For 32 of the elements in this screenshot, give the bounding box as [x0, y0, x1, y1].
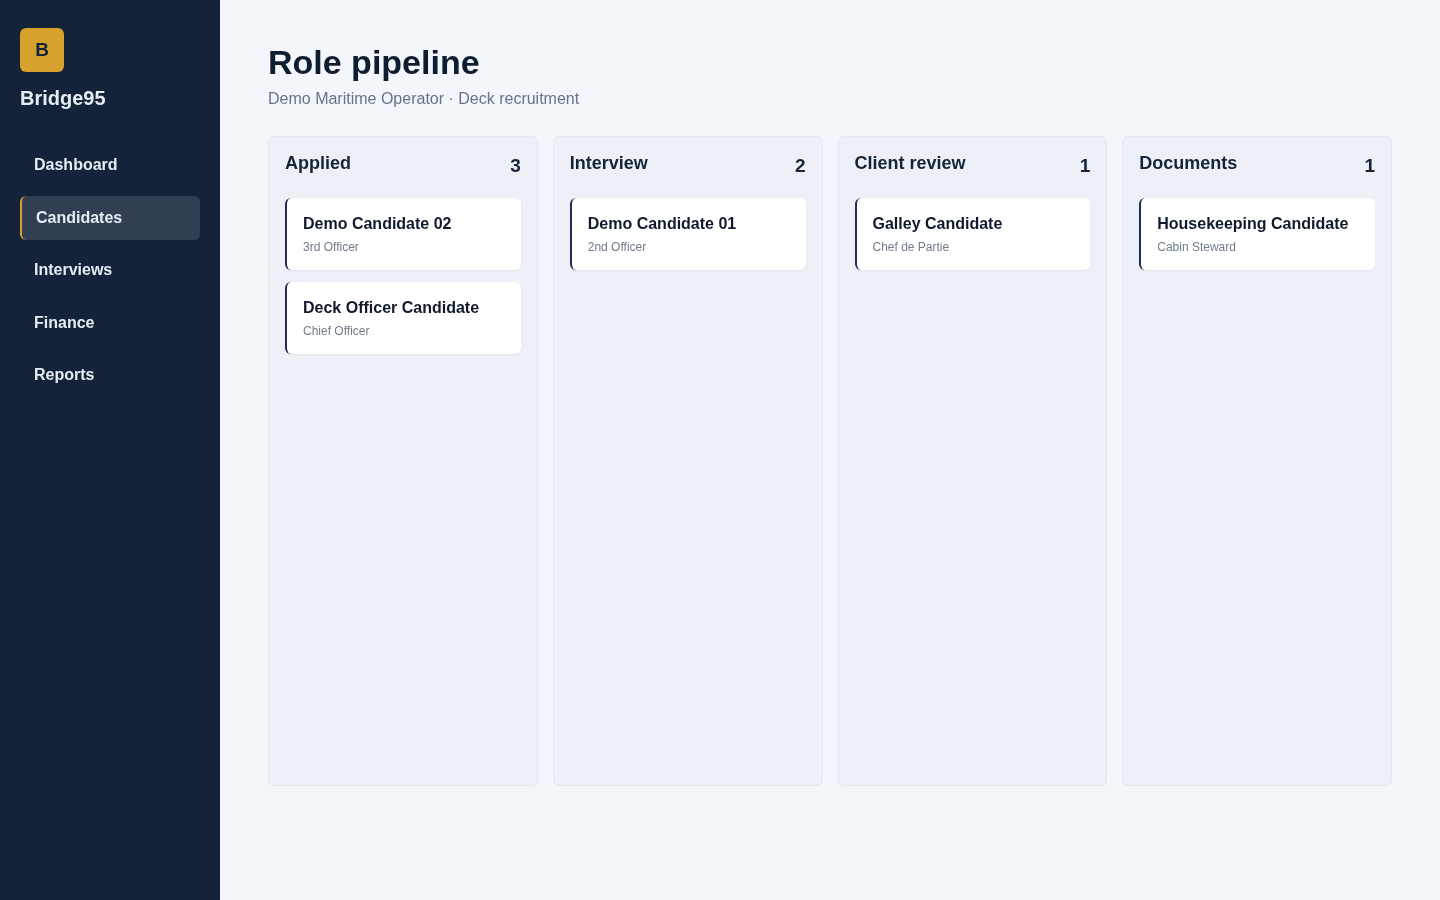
candidate-card[interactable]: Housekeeping Candidate Cabin Steward	[1139, 198, 1375, 270]
candidate-role: Chief Officer	[303, 323, 370, 339]
page-title: Role pipeline	[268, 42, 480, 82]
brand-name: Bridge95	[20, 87, 106, 110]
candidate-role: 3rd Officer	[303, 239, 359, 255]
column-count: 1	[1364, 156, 1375, 176]
sidebar-item[interactable]: Dashboard	[20, 143, 200, 187]
sidebar-item[interactable]: Candidates	[20, 195, 200, 240]
candidate-name: Demo Candidate 01	[587, 214, 737, 234]
candidate-role: Cabin Steward	[1157, 239, 1236, 255]
column-title: Applied	[285, 152, 351, 175]
column-count: 3	[510, 156, 521, 176]
column-title: Interview	[569, 152, 648, 175]
column-count: 1	[1079, 156, 1091, 176]
candidate-role: 2nd Officer	[587, 239, 647, 255]
candidate-name: Galley Candidate	[872, 214, 1003, 234]
candidate-card[interactable]: Deck Officer Candidate Chief Officer	[285, 282, 521, 354]
column-title: Client review	[854, 152, 966, 175]
sidebar-item[interactable]: Interviews	[20, 248, 200, 292]
column-title: Documents	[1139, 152, 1238, 175]
sidebar-item[interactable]: Finance	[20, 300, 200, 345]
page-subtitle: Demo Maritime Operator · Deck recruitment	[268, 89, 580, 109]
logo-icon: B	[20, 28, 64, 72]
candidate-name: Demo Candidate 02	[303, 214, 452, 234]
candidate-card[interactable]: Demo Candidate 01 2nd Officer	[569, 198, 806, 270]
candidate-name: Housekeeping Candidate	[1157, 214, 1349, 234]
candidate-role: Chef de Partie	[872, 239, 950, 255]
candidate-card[interactable]: Demo Candidate 02 3rd Officer	[285, 198, 521, 270]
candidate-name: Deck Officer Candidate	[303, 298, 480, 318]
column-count: 2	[794, 156, 806, 176]
sidebar-item[interactable]: Reports	[20, 353, 200, 397]
candidate-card[interactable]: Galley Candidate Chef de Partie	[854, 198, 1091, 270]
